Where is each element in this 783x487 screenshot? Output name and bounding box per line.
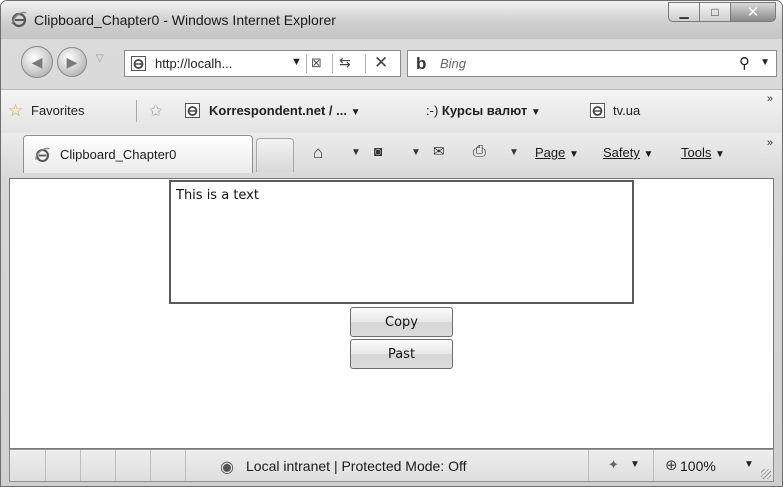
chevron-down-icon: ▼: [714, 149, 725, 160]
address-divider: [306, 54, 307, 73]
status-divider: [115, 450, 116, 481]
address-dropdown-icon[interactable]: ▼: [291, 56, 302, 68]
more-favorites-chevron-icon[interactable]: »: [767, 93, 773, 105]
favorites-bar: ☆ Favorites ✩ Korrespondent.net / ... ▼ …: [1, 89, 782, 133]
new-tab-button[interactable]: [256, 138, 294, 172]
address-divider: [332, 54, 333, 73]
protected-mode-icon[interactable]: ✦: [608, 457, 619, 473]
recent-pages-dropdown-icon[interactable]: ▽: [96, 53, 104, 64]
status-bar: ◉ Local intranet | Protected Mode: Off ✦…: [9, 449, 774, 482]
tab-row: Clipboard_Chapter0 ⌂ ▼ ◙ ▼ ✉ ⎙ ▼ Page ▼ …: [1, 133, 782, 177]
home-icon[interactable]: ⌂: [313, 143, 323, 163]
safety-menu[interactable]: Safety ▼: [603, 145, 653, 160]
favorite-link-label: Korrespondent.net / ...: [209, 103, 347, 118]
paste-button[interactable]: Past: [350, 339, 453, 369]
close-icon: ✕: [746, 4, 760, 21]
favorite-link-korrespondent[interactable]: Korrespondent.net / ... ▼: [209, 103, 361, 118]
status-divider: [80, 450, 81, 481]
feeds-icon[interactable]: ◙: [374, 143, 382, 159]
ie-page-icon: [185, 103, 200, 118]
chevron-down-icon: ▼: [350, 107, 361, 118]
stop-icon[interactable]: ✕: [374, 53, 388, 73]
resize-grip[interactable]: [761, 469, 771, 479]
tools-menu[interactable]: Tools ▼: [681, 145, 725, 160]
more-commands-chevron-icon[interactable]: »: [767, 137, 773, 149]
favorites-divider: [136, 100, 137, 122]
compatibility-view-icon[interactable]: ⊠: [311, 55, 322, 71]
read-mail-icon[interactable]: ✉: [433, 143, 445, 160]
forward-button[interactable]: ▶: [57, 47, 87, 77]
tab-label: Clipboard_Chapter0: [60, 147, 177, 162]
favorite-link-label: Курсы валют: [441, 103, 528, 118]
intranet-zone-icon: ◉: [220, 459, 234, 476]
search-box[interactable]: b Bing ⚲ ▼: [407, 50, 777, 77]
chevron-down-icon[interactable]: ▼: [630, 459, 640, 470]
ie-logo-icon: [34, 147, 50, 162]
bing-logo-icon: b: [416, 54, 427, 73]
ie-page-icon: [131, 56, 146, 71]
favorites-star-icon: ☆: [8, 101, 24, 120]
status-divider: [185, 450, 186, 481]
text-area[interactable]: [169, 180, 634, 304]
chevron-down-icon[interactable]: ▼: [351, 147, 361, 158]
page-menu-label: Page: [535, 145, 566, 160]
window-controls: ▁ □ ✕: [668, 2, 776, 22]
minimize-button[interactable]: ▁: [668, 2, 700, 22]
refresh-icon[interactable]: ⇆: [339, 54, 351, 71]
tools-menu-label: Tools: [681, 145, 712, 160]
tab-clipboard-chapter0[interactable]: Clipboard_Chapter0: [23, 135, 253, 173]
title-bar: Clipboard_Chapter0 - Windows Internet Ex…: [1, 1, 782, 39]
address-input[interactable]: http://localh...: [155, 56, 232, 71]
print-icon[interactable]: ⎙: [473, 143, 486, 161]
back-button[interactable]: ◀: [21, 46, 53, 78]
status-divider: [150, 450, 151, 481]
search-input[interactable]: Bing: [440, 56, 466, 71]
status-divider: [653, 450, 654, 481]
zoom-dropdown-icon[interactable]: ▼: [744, 459, 754, 470]
ie-logo-icon: [11, 11, 27, 28]
favorite-link-tv-ua[interactable]: tv.ua: [613, 103, 640, 118]
chevron-down-icon[interactable]: ▼: [509, 147, 519, 158]
status-divider: [45, 450, 46, 481]
forward-arrow-icon: ▶: [66, 53, 78, 70]
address-divider: [365, 54, 366, 73]
chevron-down-icon: ▼: [643, 149, 654, 160]
favorite-link-kursy-valut[interactable]: :-) Курсы валют ▼: [426, 103, 541, 118]
chevron-down-icon: ▼: [569, 149, 579, 160]
window-title: Clipboard_Chapter0 - Windows Internet Ex…: [34, 12, 336, 28]
ie-window: Clipboard_Chapter0 - Windows Internet Ex…: [0, 0, 783, 487]
page-content: Copy Past: [9, 178, 774, 449]
status-divider: [588, 450, 589, 481]
back-arrow-icon: ◀: [31, 53, 43, 70]
close-button[interactable]: ✕: [730, 2, 776, 22]
maximize-icon: □: [711, 5, 719, 19]
minimize-icon: ▁: [679, 5, 689, 19]
search-options-dropdown-icon[interactable]: ▼: [760, 57, 770, 68]
smiley-feed-icon: :-): [426, 103, 439, 118]
address-bar[interactable]: http://localh... ▼ ⊠ ⇆ ✕: [124, 50, 401, 77]
navigation-bar: ◀ ▶ ▽ http://localh... ▼ ⊠ ⇆ ✕ b Bing ⚲ …: [1, 43, 782, 85]
add-to-favorites-icon[interactable]: ✩: [149, 101, 162, 121]
safety-menu-label: Safety: [603, 145, 640, 160]
maximize-button[interactable]: □: [699, 2, 731, 22]
zoom-level[interactable]: 100%: [680, 458, 716, 474]
chevron-down-icon[interactable]: ▼: [411, 147, 421, 158]
ie-page-icon: [590, 103, 605, 118]
favorites-button[interactable]: Favorites: [31, 103, 84, 118]
zoom-icon[interactable]: ⊕: [665, 456, 678, 474]
chevron-down-icon: ▼: [530, 107, 541, 118]
copy-button[interactable]: Copy: [350, 307, 453, 337]
page-menu[interactable]: Page ▼: [535, 145, 579, 160]
security-zone-text[interactable]: Local intranet | Protected Mode: Off: [246, 458, 467, 474]
search-icon[interactable]: ⚲: [739, 54, 750, 72]
